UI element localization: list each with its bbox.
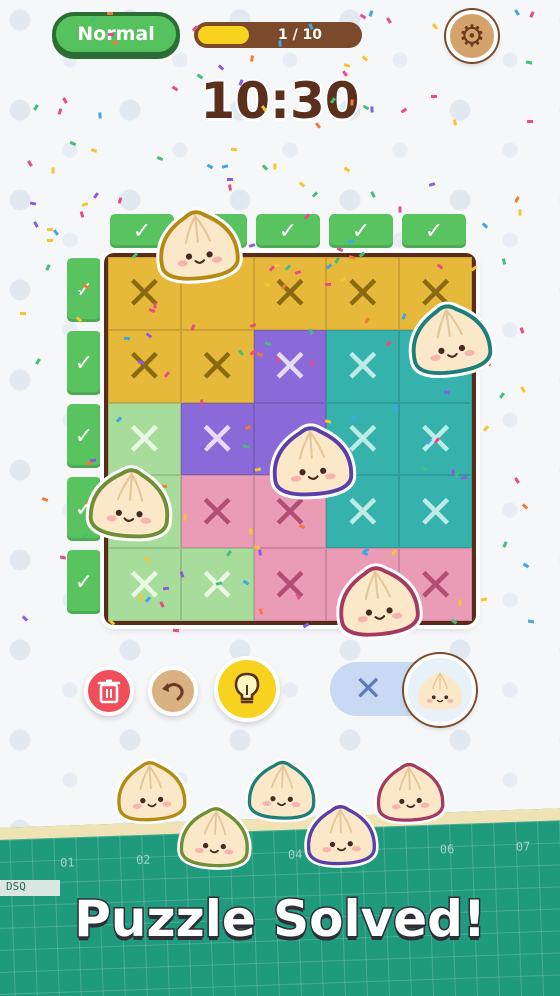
- x-mark-icon: ✕: [270, 339, 310, 394]
- ruler-number: 07: [515, 839, 531, 854]
- timer: 10:30: [200, 72, 360, 130]
- confetti-piece: [163, 586, 170, 591]
- confetti-piece: [106, 11, 113, 15]
- hint-button[interactable]: [214, 656, 280, 722]
- x-mark-icon: ✕: [416, 484, 455, 539]
- row-check-2: ✓: [67, 331, 101, 395]
- row-check-1: ✓: [67, 258, 101, 322]
- trash-icon: [97, 679, 121, 704]
- confetti-piece: [458, 599, 462, 606]
- x-mark-icon: ✕: [125, 411, 164, 466]
- confetti-piece: [518, 209, 522, 216]
- confetti-piece: [153, 302, 157, 309]
- column-check-3: ✓: [256, 214, 320, 248]
- progress-label: 1 / 10: [277, 27, 323, 43]
- x-mark-icon: ✕: [197, 484, 237, 539]
- lightbulb-icon: [234, 672, 260, 704]
- dumpling-purple-bottom: [304, 802, 379, 868]
- confetti-piece: [46, 227, 53, 232]
- settings-button[interactable]: ⚙: [446, 10, 498, 62]
- confetti-piece: [46, 238, 53, 242]
- confetti-piece: [431, 94, 438, 98]
- x-mark-icon: ✕: [354, 669, 383, 709]
- confetti-piece: [398, 206, 402, 213]
- confetti-piece: [527, 619, 535, 624]
- grid-cell-r4c5[interactable]: ✕: [399, 475, 472, 549]
- column-check-4: ✓: [329, 214, 393, 248]
- dumpling-green-bottom: [177, 804, 252, 870]
- difficulty-badge[interactable]: Normal: [52, 12, 180, 56]
- dumpling-purple: [269, 423, 357, 500]
- row-check-5: ✓: [67, 550, 101, 614]
- confetti-piece: [450, 469, 455, 476]
- confetti-piece: [278, 40, 282, 47]
- column-check-5: ✓: [402, 214, 466, 248]
- puzzle-solved-banner: Puzzle Solved!: [73, 889, 488, 950]
- confetti-piece: [98, 112, 102, 119]
- x-mark-icon: ✕: [197, 339, 237, 394]
- confetti-piece: [107, 33, 114, 37]
- confetti-piece: [50, 167, 55, 174]
- grid-cell-r5c3[interactable]: ✕: [253, 548, 327, 621]
- confetti-piece: [111, 40, 118, 45]
- confetti-piece: [226, 177, 233, 181]
- x-mark-icon: ✕: [343, 266, 383, 321]
- dumpling-pink: [336, 563, 423, 640]
- confetti-piece: [273, 163, 277, 170]
- x-mark-icon: ✕: [270, 266, 310, 321]
- grid-cell-r1c3[interactable]: ✕: [253, 257, 327, 330]
- ruler-number: 01: [59, 855, 75, 870]
- confetti-piece: [20, 312, 27, 316]
- dumpling-mode-button[interactable]: [404, 654, 476, 726]
- confetti-piece: [227, 184, 232, 191]
- confetti-piece: [350, 99, 354, 106]
- confetti-piece: [526, 120, 533, 124]
- x-mark-icon: ✕: [197, 411, 237, 466]
- dumpling-green: [85, 465, 173, 542]
- confetti-piece: [173, 628, 180, 633]
- dumpling-yellow: [156, 207, 243, 284]
- grid-cell-r4c2[interactable]: ✕: [180, 475, 254, 549]
- delete-button[interactable]: [84, 666, 134, 716]
- dumpling-teal: [408, 301, 496, 379]
- dumpling-icon: [417, 671, 463, 711]
- grid-cell-r2c1[interactable]: ✕: [108, 329, 181, 403]
- x-mark-icon: ✕: [270, 557, 310, 612]
- grid-cell-r1c4[interactable]: ✕: [326, 257, 400, 330]
- confetti-piece: [123, 337, 131, 341]
- x-mark-icon: ✕: [125, 339, 164, 394]
- ruler-number: 06: [439, 842, 455, 857]
- confetti-piece: [443, 390, 450, 395]
- grid-cell-r2c2[interactable]: ✕: [180, 329, 254, 403]
- gear-icon: ⚙: [458, 18, 486, 54]
- undo-icon: [162, 682, 184, 701]
- x-mark-icon: ✕: [343, 339, 383, 394]
- ruler-number: 02: [135, 852, 151, 868]
- grid-cell-r3c2[interactable]: ✕: [180, 402, 254, 476]
- undo-button[interactable]: [148, 666, 198, 716]
